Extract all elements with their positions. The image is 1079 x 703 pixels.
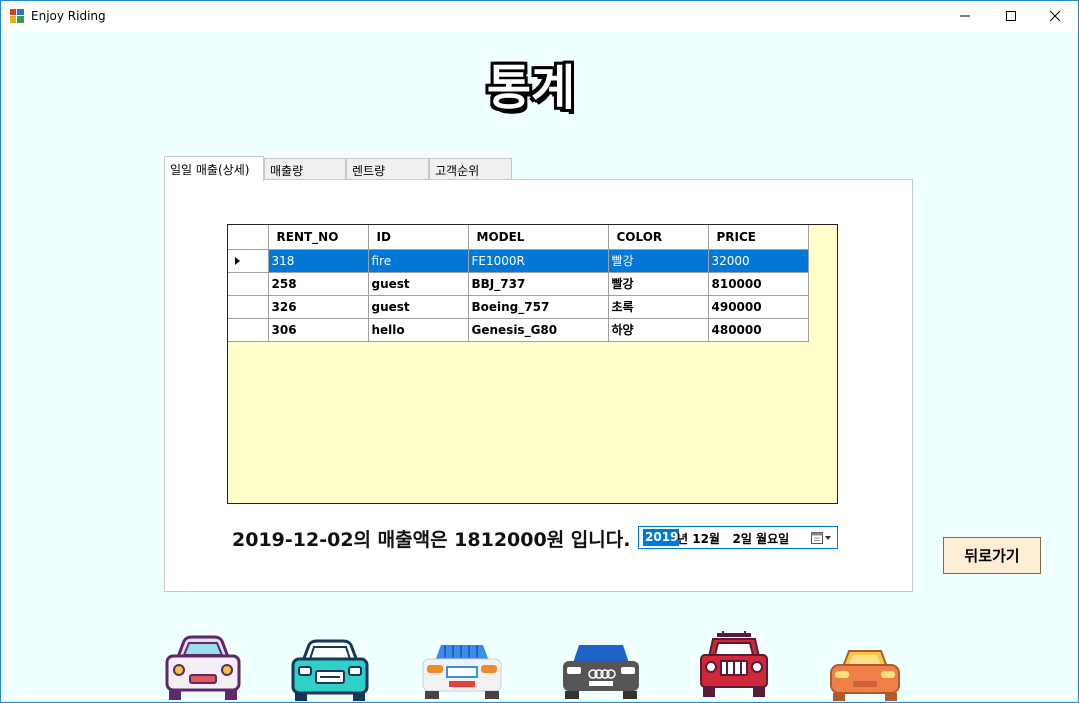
cell-color[interactable]: 빨강 <box>608 249 709 273</box>
cell-id[interactable]: hello <box>368 318 469 342</box>
tab-sales-volume[interactable]: 매출량 <box>264 158 346 180</box>
car-icon <box>563 645 639 699</box>
close-icon <box>1049 10 1061 22</box>
cell-rent-no[interactable]: 306 <box>268 318 369 342</box>
cell-model[interactable]: FE1000R <box>468 249 609 273</box>
tab-rent-volume[interactable]: 렌트량 <box>346 158 429 180</box>
column-header-id[interactable]: ID <box>368 225 469 250</box>
sales-table: RENT_NO ID MODEL COLOR PRICE 318 fire FE… <box>228 225 809 342</box>
sales-data-grid[interactable]: RENT_NO ID MODEL COLOR PRICE 318 fire FE… <box>227 224 838 504</box>
cell-price[interactable]: 490000 <box>708 295 809 319</box>
cell-id[interactable]: fire <box>368 249 469 273</box>
row-header[interactable] <box>228 295 269 319</box>
row-header[interactable] <box>228 318 269 342</box>
tab-daily-sales-detail[interactable]: 일일 매출(상세) <box>164 156 264 181</box>
cell-color[interactable]: 빨강 <box>608 272 709 296</box>
table-row[interactable]: 326 guest Boeing_757 초록 490000 <box>228 295 809 319</box>
car-icon <box>830 650 900 701</box>
back-button[interactable]: 뒤로가기 <box>943 537 1041 574</box>
column-header-model[interactable]: MODEL <box>468 225 609 250</box>
cell-model[interactable]: Genesis_G80 <box>468 318 609 342</box>
table-header-row: RENT_NO ID MODEL COLOR PRICE <box>228 225 809 250</box>
cell-id[interactable]: guest <box>368 272 469 296</box>
app-window: Enjoy Riding 통계 일일 매출(상세) 매출량 렌트량 고객순위 R… <box>0 0 1079 703</box>
row-header[interactable] <box>228 272 269 296</box>
cell-model[interactable]: Boeing_757 <box>468 295 609 319</box>
maximize-button[interactable] <box>988 1 1034 31</box>
cell-rent-no[interactable]: 258 <box>268 272 369 296</box>
cell-rent-no[interactable]: 318 <box>268 249 369 273</box>
cell-color[interactable]: 하양 <box>608 318 709 342</box>
calendar-icon[interactable] <box>811 531 833 545</box>
table-row[interactable]: 306 hello Genesis_G80 하양 480000 <box>228 318 809 342</box>
table-row[interactable]: 258 guest BBJ_737 빨강 810000 <box>228 272 809 296</box>
maximize-icon <box>1006 11 1016 21</box>
row-header[interactable] <box>228 249 269 273</box>
window-title: Enjoy Riding <box>31 9 106 23</box>
page-title: 통계 <box>486 60 576 116</box>
title-bar[interactable]: Enjoy Riding <box>1 1 1078 31</box>
minimize-button[interactable] <box>942 1 988 31</box>
date-picker[interactable]: 2019 년 12월 2일 월요일 <box>638 526 838 549</box>
row-pointer-icon <box>235 256 240 265</box>
cell-id[interactable]: guest <box>368 295 469 319</box>
tab-customer-ranking[interactable]: 고객순위 <box>429 158 512 180</box>
column-header-price[interactable]: PRICE <box>708 225 809 250</box>
cell-price[interactable]: 480000 <box>708 318 809 342</box>
table-row[interactable]: 318 fire FE1000R 빨강 32000 <box>228 249 809 273</box>
car-icon <box>422 645 502 699</box>
car-icon <box>165 635 241 700</box>
car-icon <box>700 631 768 697</box>
column-header-color[interactable]: COLOR <box>608 225 709 250</box>
cell-price[interactable]: 810000 <box>708 272 809 296</box>
app-icon <box>10 9 24 23</box>
daily-sales-summary: 2019-12-02의 매출액은 1812000원 입니다. <box>232 529 631 551</box>
cell-model[interactable]: BBJ_737 <box>468 272 609 296</box>
row-header-corner <box>228 225 269 250</box>
close-button[interactable] <box>1032 1 1078 31</box>
date-picker-date[interactable]: 년 12월 2일 월요일 <box>677 530 789 547</box>
minimize-icon <box>960 15 970 17</box>
car-icon <box>291 639 369 701</box>
cell-price[interactable]: 32000 <box>708 249 809 273</box>
date-picker-year[interactable]: 2019 <box>643 529 680 546</box>
cell-color[interactable]: 초록 <box>608 295 709 319</box>
cell-rent-no[interactable]: 326 <box>268 295 369 319</box>
column-header-rent-no[interactable]: RENT_NO <box>268 225 369 250</box>
